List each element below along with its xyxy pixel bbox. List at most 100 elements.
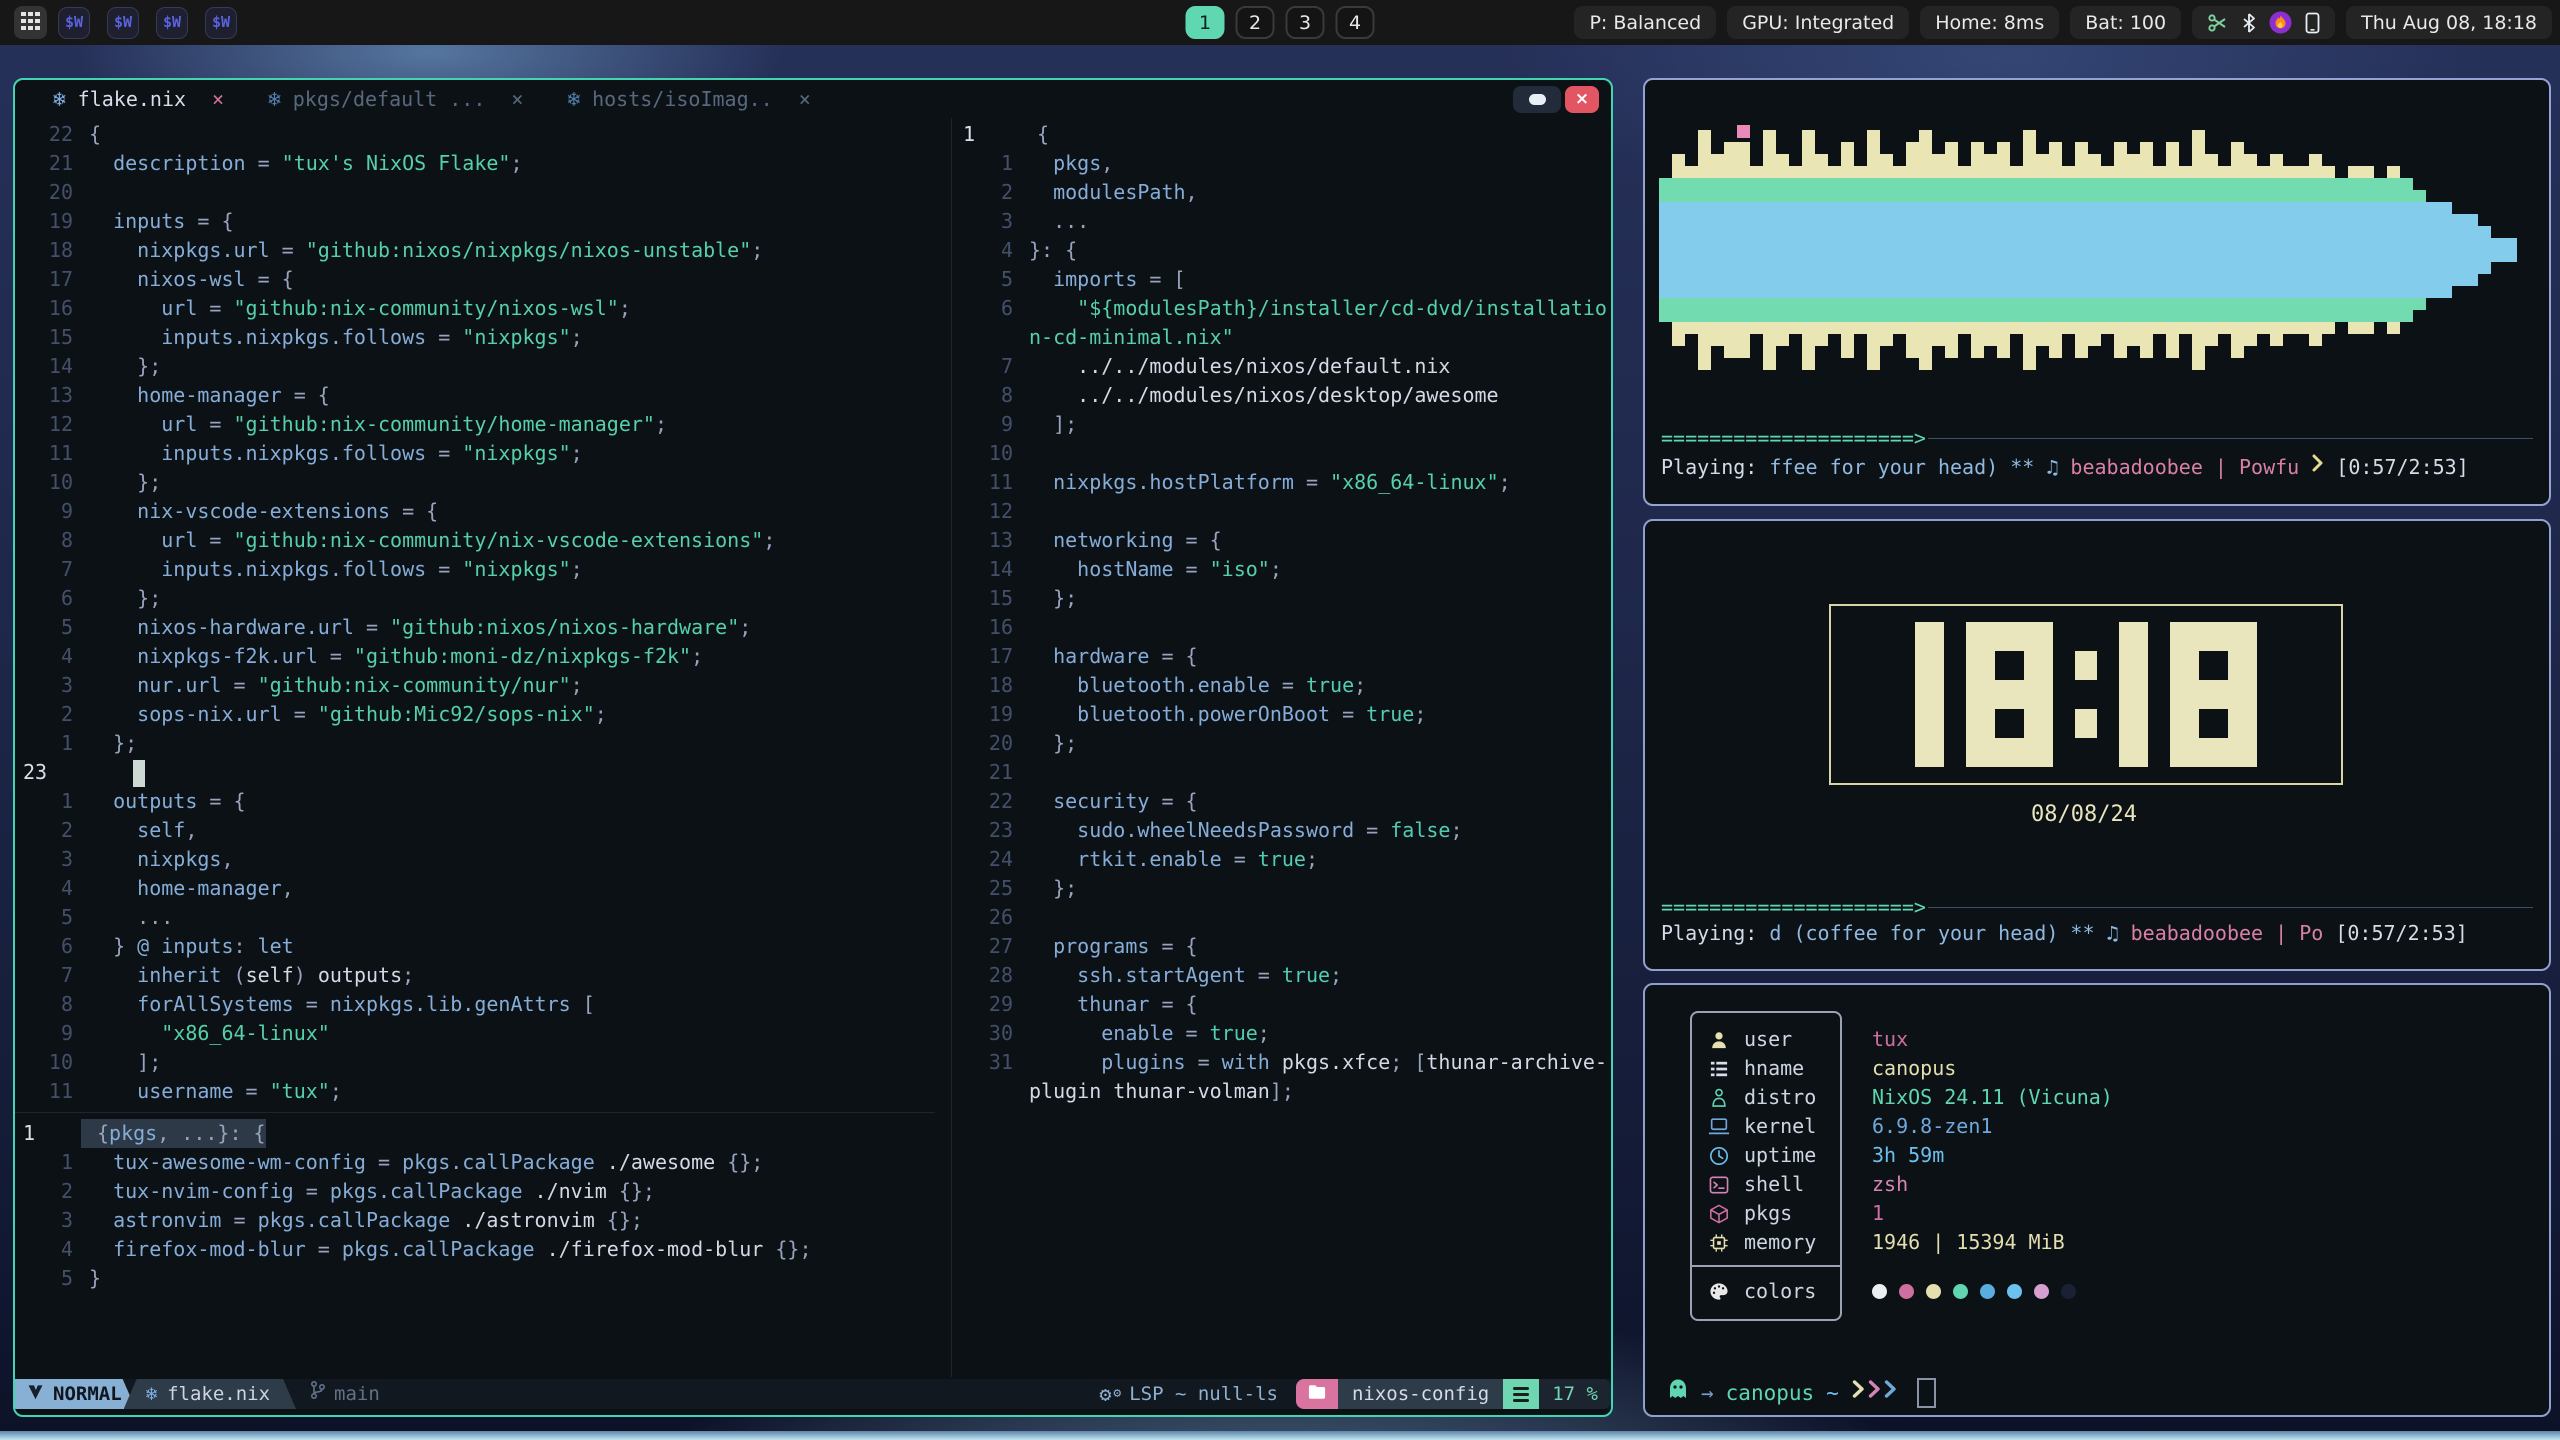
code-line[interactable]: 3 nur.url = "github:nix-community/nur"; [15,671,935,700]
code-line[interactable]: 17 nixos-wsl = { [15,265,935,294]
code-line[interactable]: 5 imports = [ [955,265,1611,294]
code-line[interactable]: 1{ [955,120,1611,149]
code-line[interactable]: 28 ssh.startAgent = true; [955,961,1611,990]
tab-flake.nix[interactable]: ❄flake.nix× [53,87,224,111]
code-line[interactable]: plugin thunar-volman]; [955,1077,1611,1106]
code-line[interactable]: 8 url = "github:nix-community/nix-vscode… [15,526,935,555]
code-line[interactable]: 4 firefox-mod-blur = pkgs.callPackage ./… [15,1235,935,1264]
shell-prompt[interactable]: → canopus ~ [1667,1377,1936,1409]
pane-separator-horizontal[interactable] [15,1112,935,1113]
code-line[interactable]: 14 }; [15,352,935,381]
tag-3[interactable]: 3 [1286,6,1325,39]
code-line[interactable]: 19 bluetooth.powerOnBoot = true; [955,700,1611,729]
code-line[interactable]: 1 tux-awesome-wm-config = pkgs.callPacka… [15,1148,935,1177]
code-line[interactable]: 1{pkgs, ...}: { [15,1119,935,1148]
code-line[interactable]: 19 inputs = { [15,207,935,236]
code-line[interactable]: 6 "${modulesPath}/installer/cd-dvd/insta… [955,294,1611,323]
code-line[interactable]: 9 ]; [955,410,1611,439]
close-window-button[interactable]: × [1565,86,1599,113]
code-line[interactable]: 11 username = "tux"; [15,1077,935,1106]
code-line[interactable]: 12 [955,497,1611,526]
code-line[interactable]: 2 sops-nix.url = "github:Mic92/sops-nix"… [15,700,935,729]
code-line[interactable]: 7 ../../modules/nixos/default.nix [955,352,1611,381]
code-line[interactable]: n-cd-minimal.nix" [955,323,1611,352]
toggle-button[interactable] [1513,86,1561,113]
code-line[interactable]: 8 forAllSystems = nixpkgs.lib.genAttrs [ [15,990,935,1019]
code-line[interactable]: 4}: { [955,236,1611,265]
tab-close-icon[interactable]: × [212,87,224,111]
code-line[interactable]: 11 nixpkgs.hostPlatform = "x86_64-linux"… [955,468,1611,497]
code-line[interactable]: 29 thunar = { [955,990,1611,1019]
code-line[interactable]: 26 [955,903,1611,932]
code-pane-iso[interactable]: 1{1 pkgs,2 modulesPath,3 ...4}: {5 impor… [955,120,1611,1106]
code-line[interactable]: 11 inputs.nixpkgs.follows = "nixpkgs"; [15,439,935,468]
phone-icon[interactable] [2305,12,2320,34]
code-line[interactable]: 13 home-manager = { [15,381,935,410]
code-line[interactable]: 9 "x86_64-linux" [15,1019,935,1048]
code-line[interactable]: 7 inherit (self) outputs; [15,961,935,990]
code-line[interactable]: 20 }; [955,729,1611,758]
launcher-button[interactable] [14,6,47,39]
tag-4[interactable]: 4 [1336,6,1375,39]
code-line[interactable]: 16 [955,613,1611,642]
code-line[interactable]: 10 [955,439,1611,468]
code-line[interactable]: 2 self, [15,816,935,845]
workspace-icon[interactable]: $W [205,7,237,39]
code-line[interactable]: 24 rtkit.enable = true; [955,845,1611,874]
code-line[interactable]: 13 networking = { [955,526,1611,555]
tab-close-icon[interactable]: × [799,87,811,111]
code-line[interactable]: 6 }; [15,584,935,613]
code-line[interactable]: 12 url = "github:nix-community/home-mana… [15,410,935,439]
code-line[interactable]: 31 plugins = with pkgs.xfce; [thunar-arc… [955,1048,1611,1077]
code-line[interactable]: 14 hostName = "iso"; [955,555,1611,584]
tab-pkgs-default-...[interactable]: ❄pkgs/default ...× [268,87,523,111]
code-line[interactable]: 16 url = "github:nix-community/nixos-wsl… [15,294,935,323]
workspace-icon[interactable]: $W [107,7,139,39]
tab-close-icon[interactable]: × [511,87,523,111]
code-line[interactable]: 20 [15,178,935,207]
clock-pill[interactable]: Thu Aug 08, 18:18 [2346,6,2552,39]
code-line[interactable]: 21 description = "tux's NixOS Flake"; [15,149,935,178]
code-line[interactable]: 4 nixpkgs-f2k.url = "github:moni-dz/nixp… [15,642,935,671]
code-line[interactable]: 5 nixos-hardware.url = "github:nixos/nix… [15,613,935,642]
code-line[interactable]: 15 inputs.nixpkgs.follows = "nixpkgs"; [15,323,935,352]
code-line[interactable]: 21 [955,758,1611,787]
scissors-icon[interactable] [2207,12,2229,34]
flame-icon[interactable] [2269,11,2292,34]
code-line[interactable]: 15 }; [955,584,1611,613]
code-line[interactable]: 7 inputs.nixpkgs.follows = "nixpkgs"; [15,555,935,584]
code-line[interactable]: 30 enable = true; [955,1019,1611,1048]
code-line[interactable]: 4 home-manager, [15,874,935,903]
bluetooth-icon[interactable] [2242,12,2256,34]
code-line[interactable]: 10 ]; [15,1048,935,1077]
tab-hosts-isoImag..[interactable]: ❄hosts/isoImag..× [567,87,810,111]
code-line[interactable]: 18 nixpkgs.url = "github:nixos/nixpkgs/n… [15,236,935,265]
code-line[interactable]: 1 }; [15,729,935,758]
tag-1[interactable]: 1 [1186,6,1225,39]
code-pane-flake[interactable]: 22{21 description = "tux's NixOS Flake";… [15,120,935,1106]
code-line[interactable]: 5 ... [15,903,935,932]
code-line[interactable]: 22 security = { [955,787,1611,816]
code-line[interactable]: 5} [15,1264,935,1293]
code-line[interactable]: 25 }; [955,874,1611,903]
code-pane-pkgs[interactable]: 1{pkgs, ...}: {1 tux-awesome-wm-config =… [15,1119,935,1293]
code-line[interactable]: 2 modulesPath, [955,178,1611,207]
code-line[interactable]: 1 pkgs, [955,149,1611,178]
workspace-icon[interactable]: $W [156,7,188,39]
code-line[interactable]: 3 nixpkgs, [15,845,935,874]
code-line[interactable]: 10 }; [15,468,935,497]
code-line[interactable]: 3 ... [955,207,1611,236]
code-line[interactable]: 22{ [15,120,935,149]
code-line[interactable]: 27 programs = { [955,932,1611,961]
pane-separator-vertical[interactable] [951,118,952,1377]
workspace-icon[interactable]: $W [58,7,90,39]
tag-2[interactable]: 2 [1236,6,1275,39]
code-line[interactable]: 23 sudo.wheelNeedsPassword = false; [955,816,1611,845]
code-line[interactable]: 1 outputs = { [15,787,935,816]
code-line[interactable]: 17 hardware = { [955,642,1611,671]
code-line[interactable]: 2 tux-nvim-config = pkgs.callPackage ./n… [15,1177,935,1206]
code-line[interactable]: 8 ../../modules/nixos/desktop/awesome [955,381,1611,410]
code-line[interactable]: 9 nix-vscode-extensions = { [15,497,935,526]
code-line[interactable]: 23 [15,758,935,787]
code-line[interactable]: 3 astronvim = pkgs.callPackage ./astronv… [15,1206,935,1235]
